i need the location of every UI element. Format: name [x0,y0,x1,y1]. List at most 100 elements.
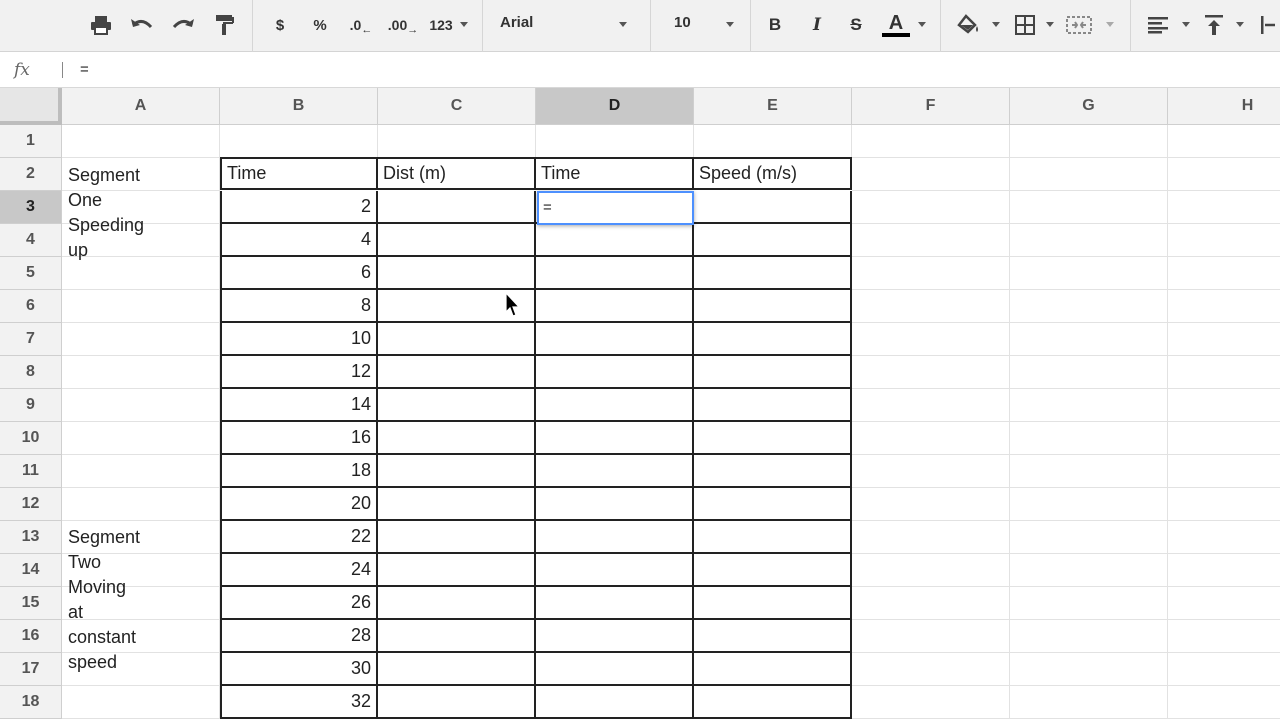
cell-C13[interactable] [378,521,536,554]
cell-D10[interactable] [536,422,694,455]
cell-E9[interactable] [694,389,852,422]
cell-F16[interactable] [852,620,1010,653]
row-header-11[interactable]: 11 [0,455,62,488]
cell-C12[interactable] [378,488,536,521]
cell-B14[interactable]: 24 [220,554,378,587]
paint-format-icon[interactable] [210,10,240,40]
cell-E1[interactable] [694,125,852,158]
more-formats-button[interactable]: 123 [424,10,458,40]
cell-E15[interactable] [694,587,852,620]
cell-D9[interactable] [536,389,694,422]
cell-G14[interactable] [1010,554,1168,587]
cell-A12[interactable] [62,488,220,521]
cell-F9[interactable] [852,389,1010,422]
cell-B3[interactable]: 2 [220,191,378,224]
bold-button[interactable]: B [764,10,786,40]
cell-B13[interactable]: 22 [220,521,378,554]
row-header-9[interactable]: 9 [0,389,62,422]
row-header-3[interactable]: 3 [0,191,62,224]
cell-F1[interactable] [852,125,1010,158]
cell-D11[interactable] [536,455,694,488]
text-wrap-icon[interactable] [1256,10,1280,40]
cell-H3[interactable] [1168,191,1280,224]
cell-F15[interactable] [852,587,1010,620]
cell-B6[interactable]: 8 [220,290,378,323]
cell-E14[interactable] [694,554,852,587]
row-header-4[interactable]: 4 [0,224,62,257]
cell-H13[interactable] [1168,521,1280,554]
text-color-button[interactable]: A [882,10,910,40]
cell-B4[interactable]: 4 [220,224,378,257]
cell-F11[interactable] [852,455,1010,488]
cell-H5[interactable] [1168,257,1280,290]
cell-A7[interactable] [62,323,220,356]
cell-G5[interactable] [1010,257,1168,290]
row-header-13[interactable]: 13 [0,521,62,554]
cell-F17[interactable] [852,653,1010,686]
row-header-7[interactable]: 7 [0,323,62,356]
cell-H4[interactable] [1168,224,1280,257]
row-header-5[interactable]: 5 [0,257,62,290]
cell-D17[interactable] [536,653,694,686]
column-header-g[interactable]: G [1010,88,1168,125]
cell-C4[interactable] [378,224,536,257]
cell-G4[interactable] [1010,224,1168,257]
print-icon[interactable] [86,10,116,40]
cell-E16[interactable] [694,620,852,653]
cell-B16[interactable]: 28 [220,620,378,653]
cell-E5[interactable] [694,257,852,290]
cell-C18[interactable] [378,686,536,719]
cell-H7[interactable] [1168,323,1280,356]
cell-D1[interactable] [536,125,694,158]
cell-B18[interactable]: 32 [220,686,378,719]
cell-G8[interactable] [1010,356,1168,389]
cell-C1[interactable] [378,125,536,158]
cell-G2[interactable] [1010,158,1168,191]
cell-C8[interactable] [378,356,536,389]
cell-F14[interactable] [852,554,1010,587]
cell-G11[interactable] [1010,455,1168,488]
cell-G17[interactable] [1010,653,1168,686]
active-cell-editor[interactable]: = [537,191,694,225]
formula-input[interactable]: = [80,61,89,78]
cell-G3[interactable] [1010,191,1168,224]
cell-C14[interactable] [378,554,536,587]
row-header-17[interactable]: 17 [0,653,62,686]
cell-A11[interactable] [62,455,220,488]
cell-C16[interactable] [378,620,536,653]
align-left-icon[interactable] [1144,10,1172,40]
row-header-10[interactable]: 10 [0,422,62,455]
cell-H18[interactable] [1168,686,1280,719]
percent-button[interactable]: % [306,10,334,40]
row-header-2[interactable]: 2 [0,158,62,191]
cell-E12[interactable] [694,488,852,521]
cell-H12[interactable] [1168,488,1280,521]
cell-G13[interactable] [1010,521,1168,554]
cell-C3[interactable] [378,191,536,224]
cell-H17[interactable] [1168,653,1280,686]
cell-D7[interactable] [536,323,694,356]
cell-F3[interactable] [852,191,1010,224]
row-header-8[interactable]: 8 [0,356,62,389]
cell-A1[interactable] [62,125,220,158]
cell-G18[interactable] [1010,686,1168,719]
merge-cells-icon[interactable] [1064,10,1094,40]
row-header-12[interactable]: 12 [0,488,62,521]
italic-button[interactable]: I [806,10,828,40]
cell-D15[interactable] [536,587,694,620]
cell-H6[interactable] [1168,290,1280,323]
increase-decimal-button[interactable]: .00 → [386,10,420,40]
cell-D13[interactable] [536,521,694,554]
cell-E18[interactable] [694,686,852,719]
cell-D4[interactable] [536,224,694,257]
column-header-f[interactable]: F [852,88,1010,125]
row-header-16[interactable]: 16 [0,620,62,653]
cell-G10[interactable] [1010,422,1168,455]
column-header-e[interactable]: E [694,88,852,125]
cell-C2[interactable]: Dist (m) [378,157,536,190]
font-size-select[interactable]: 10 [674,14,691,31]
cell-A10[interactable] [62,422,220,455]
cell-C17[interactable] [378,653,536,686]
cell-B2[interactable]: Time [220,157,378,190]
cell-B1[interactable] [220,125,378,158]
